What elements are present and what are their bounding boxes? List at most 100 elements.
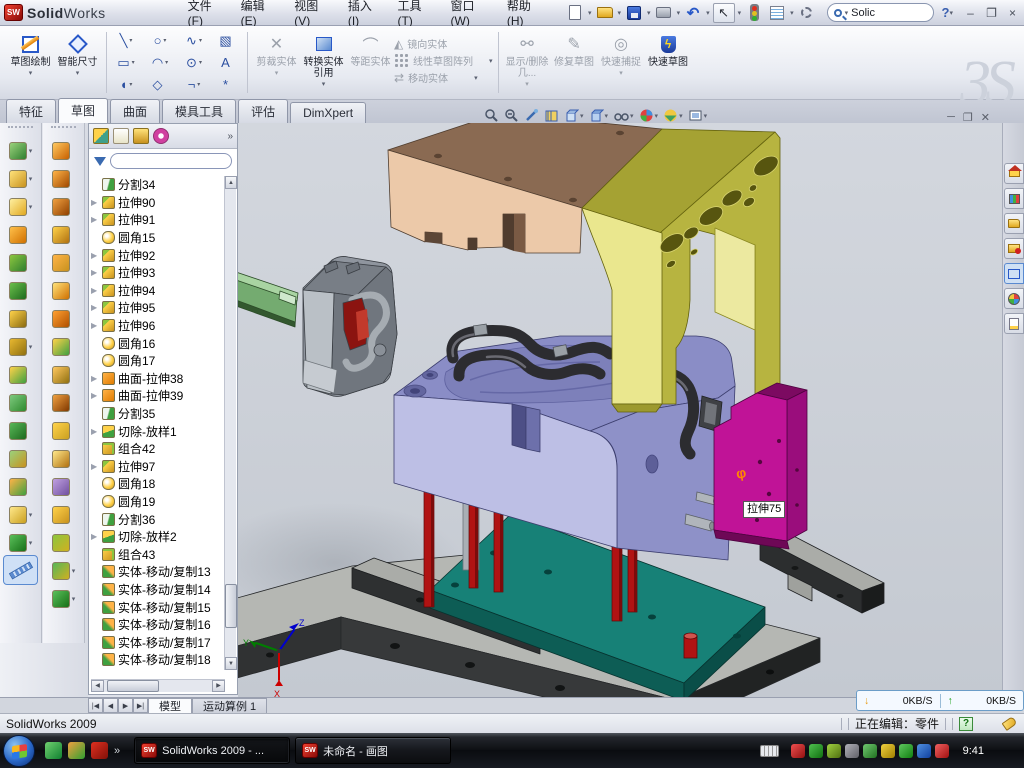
design-library-button[interactable]	[1004, 213, 1024, 234]
tray-icon[interactable]	[809, 744, 823, 758]
new-document-button[interactable]	[565, 3, 585, 23]
taskbar-task-button[interactable]: SW SolidWorks 2009 - ...	[134, 737, 290, 764]
home-tab-button[interactable]	[1004, 163, 1024, 184]
appearances-button[interactable]	[1004, 288, 1024, 309]
search-input[interactable]: Solic	[851, 7, 875, 19]
toolbar-button[interactable]: ▾	[43, 445, 84, 473]
feature-tree-item[interactable]: ▶ 切除-放样1	[91, 422, 225, 440]
tree-vertical-scrollbar[interactable]: ▲ ▼	[224, 176, 236, 670]
toolbar-button[interactable]: ▾	[0, 389, 41, 417]
command-tab[interactable]: 曲面	[110, 99, 160, 123]
scroll-right-button[interactable]: ▶	[212, 680, 225, 692]
gray-gripper-part[interactable]	[303, 256, 397, 396]
short-pin-part[interactable]	[684, 633, 697, 658]
tray-icon[interactable]	[881, 744, 895, 758]
sketch-entity-button[interactable]: *▾	[211, 74, 245, 96]
toolbar-button[interactable]: ▾	[0, 221, 41, 249]
toolbar-button[interactable]: ▾	[43, 389, 84, 417]
document-tab[interactable]: 模型	[148, 698, 192, 713]
rapid-sketch-button[interactable]: ϟ 快速草图	[645, 30, 692, 68]
measure-tool-button[interactable]	[3, 555, 38, 585]
expand-arrow-icon[interactable]: ▶	[91, 303, 99, 312]
repair-sketch-button[interactable]: ✎ 修复草图	[551, 30, 598, 68]
solidworks-resources-button[interactable]	[1004, 188, 1024, 209]
feature-tree-item[interactable]: ▶ 实体-移动/复制14	[91, 581, 225, 599]
smart-dimension-button[interactable]: 智能尺寸▾	[54, 30, 101, 77]
tray-icon[interactable]	[845, 744, 859, 758]
search-box[interactable]: ▾ Solic	[827, 3, 934, 22]
sketch-entity-button[interactable]: ¬▾	[177, 74, 211, 96]
expand-arrow-icon[interactable]: ▶	[91, 286, 99, 295]
section-view-icon[interactable]	[544, 108, 559, 123]
rebuild-button[interactable]	[744, 3, 764, 23]
view-palette-button[interactable]	[1004, 263, 1024, 284]
options-button[interactable]	[767, 3, 787, 23]
document-tab[interactable]: 运动算例 1	[192, 698, 267, 713]
help-button[interactable]: ?	[942, 5, 950, 20]
toolbar-button[interactable]: ▾	[43, 305, 84, 333]
feature-tree-item[interactable]: ▶ 实体-移动/复制18	[91, 651, 225, 669]
tray-icon[interactable]	[791, 744, 805, 758]
macro-button[interactable]	[797, 3, 817, 23]
scroll-left-button[interactable]: ◀	[91, 680, 104, 692]
undo-dropdown[interactable]: ▾	[706, 9, 710, 17]
feature-tree-item[interactable]: ▶ 拉伸94	[91, 282, 225, 300]
toolbar-button[interactable]: ▾	[0, 361, 41, 389]
doc-minimize-button[interactable]: ─	[947, 111, 955, 124]
doc-close-button[interactable]: ✕	[981, 111, 990, 124]
feature-tree-item[interactable]: ▶ 拉伸96	[91, 317, 225, 335]
feature-tree-item[interactable]: ▶ 曲面-拉伸38	[91, 370, 225, 388]
tab-nav-button[interactable]: ▶|	[133, 698, 148, 713]
feature-tree-item[interactable]: ▶ 圆角19	[91, 493, 225, 511]
feature-tree-item[interactable]: ▶ 拉伸92	[91, 246, 225, 264]
custom-properties-button[interactable]	[1004, 313, 1024, 334]
expand-arrow-icon[interactable]: ▶	[91, 532, 99, 541]
feature-tree-item[interactable]: ▶ 实体-移动/复制16	[91, 616, 225, 634]
feature-tree-item[interactable]: ▶ 组合42	[91, 440, 225, 458]
feature-tree-item[interactable]: ▶ 拉伸90	[91, 194, 225, 212]
sketch-entity-button[interactable]: ◇▾	[143, 74, 177, 96]
toolbar-button[interactable]: ▾	[43, 473, 84, 501]
close-button[interactable]: ×	[1005, 6, 1020, 20]
input-method-keyboard-icon[interactable]	[760, 745, 779, 757]
feature-tree-item[interactable]: ▶ 分割34	[91, 176, 225, 194]
zoom-to-fit-icon[interactable]	[484, 108, 499, 123]
toolbar-button[interactable]: ▾	[43, 277, 84, 305]
tray-icon[interactable]	[935, 744, 949, 758]
toolbar-button[interactable]: ▾	[43, 529, 84, 557]
tag-icon[interactable]	[1002, 716, 1018, 731]
expand-arrow-icon[interactable]: ▶	[91, 374, 99, 383]
toolbar-button[interactable]: ▾	[0, 305, 41, 333]
save-dropdown[interactable]: ▾	[647, 9, 651, 17]
quick-tips-help-icon[interactable]: ?	[959, 717, 973, 731]
command-tab[interactable]: 模具工具	[162, 99, 236, 123]
scroll-down-button[interactable]: ▼	[225, 657, 237, 670]
filter-icon[interactable]	[94, 157, 106, 166]
feature-tree-item[interactable]: ▶ 圆角17	[91, 352, 225, 370]
feature-tree-item[interactable]: ▶ 圆角16	[91, 334, 225, 352]
toolbar-button[interactable]: ▾	[43, 221, 84, 249]
tray-icon[interactable]	[899, 744, 913, 758]
toolbar-button[interactable]: ▾	[43, 501, 84, 529]
apply-scene-icon[interactable]: ▾	[663, 108, 683, 123]
new-dropdown[interactable]: ▾	[588, 9, 592, 17]
tree-filter-input[interactable]	[110, 153, 232, 169]
search-dropdown[interactable]: ▾	[845, 9, 849, 17]
open-button[interactable]	[595, 3, 615, 23]
sketch-entity-button[interactable]: ╲▾	[109, 30, 143, 52]
command-tab[interactable]: 草图	[58, 98, 108, 123]
feature-tree-item[interactable]: ▶ 分割36	[91, 510, 225, 528]
taskbar-task-button[interactable]: SW 未命名 - 画图	[295, 737, 451, 764]
sketch-entity-button[interactable]: ∿▾	[177, 30, 211, 52]
display-style-icon[interactable]: ▾	[589, 108, 609, 123]
toolbar-button[interactable]: ▾	[0, 417, 41, 445]
scroll-thumb[interactable]	[107, 680, 159, 692]
feature-tree-item[interactable]: ▶ 组合43	[91, 545, 225, 563]
minimize-button[interactable]: –	[963, 6, 978, 20]
toolbar-button[interactable]: ▾	[0, 165, 41, 193]
toolbar-grip[interactable]	[8, 126, 33, 133]
scroll-thumb[interactable]	[225, 584, 237, 628]
toolbar-button[interactable]: ▾	[43, 417, 84, 445]
tree-horizontal-scrollbar[interactable]: ◀ ▶	[91, 679, 225, 692]
toolbar-button[interactable]: ▾	[0, 473, 41, 501]
